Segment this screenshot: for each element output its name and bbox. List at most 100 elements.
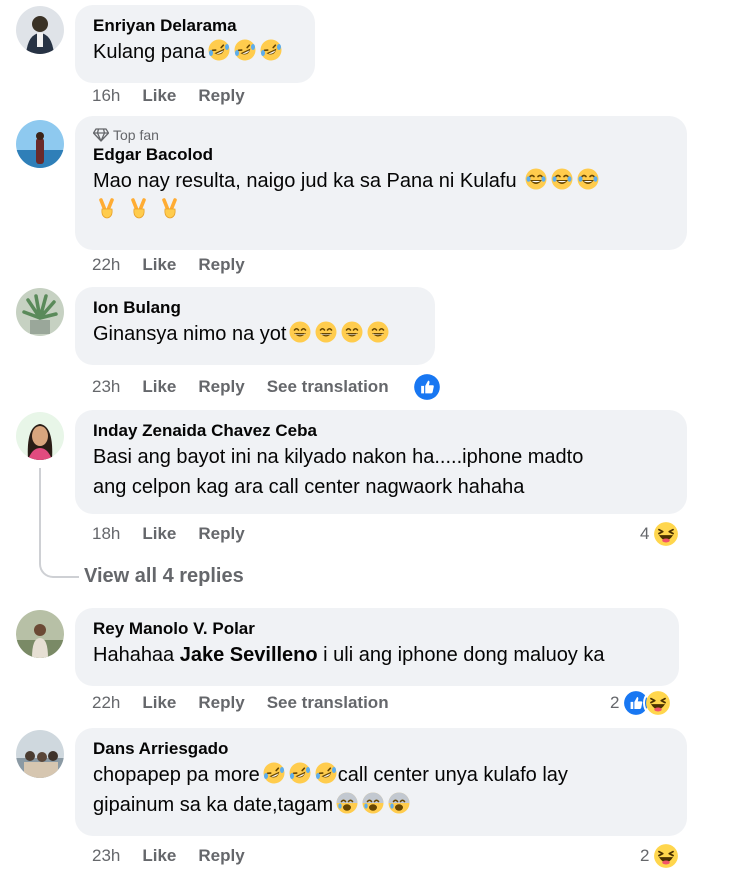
- victory-hand-emoji-icon: [95, 197, 119, 221]
- avatar[interactable]: [16, 288, 64, 336]
- reply-button[interactable]: Reply: [198, 846, 244, 866]
- like-button[interactable]: Like: [142, 846, 176, 866]
- comment-bubble: Enriyan Delarama Kulang pana: [75, 5, 315, 83]
- grinning-emoji-icon: [340, 320, 364, 344]
- avatar[interactable]: [16, 610, 64, 658]
- grinning-emoji-icon: [314, 320, 338, 344]
- commenter-name[interactable]: Dans Arriesgado: [93, 738, 673, 760]
- commenter-name[interactable]: Rey Manolo V. Polar: [93, 618, 665, 640]
- comment-text-line2: gipainum sa ka date,tagam: [93, 790, 673, 820]
- grinning-emoji-icon: [366, 320, 390, 344]
- like-button[interactable]: Like: [142, 377, 176, 397]
- mention-link[interactable]: Jake Sevilleno: [180, 644, 318, 666]
- comment-body: chopapep pa more: [93, 764, 260, 786]
- comment-body: i uli ang iphone dong maluoy ka: [317, 644, 605, 666]
- rolling-laughing-emoji-icon: [233, 38, 257, 62]
- comment-text: Kulang pana: [93, 37, 301, 67]
- haha-reaction-icon: [651, 841, 682, 871]
- fearful-emoji-icon: [361, 791, 385, 815]
- avatar[interactable]: [16, 412, 64, 460]
- tears-of-joy-emoji-icon: [524, 167, 548, 191]
- user-avatar-icon: [16, 610, 64, 658]
- comment-body: Kulang pana: [93, 41, 206, 63]
- user-avatar-icon: [16, 730, 64, 778]
- comment-bubble: Top fan Edgar Bacolod Mao nay resulta, n…: [75, 116, 687, 250]
- timestamp[interactable]: 23h: [92, 377, 120, 397]
- comment-actions: 22h Like Reply See translation: [92, 693, 411, 713]
- top-fan-label: Top fan: [113, 127, 159, 143]
- victory-hand-emoji-icon: [127, 197, 151, 221]
- comment-actions: 16h Like Reply: [92, 86, 267, 106]
- diamond-icon: [93, 128, 109, 142]
- comment-text: Ginansya nimo na yot: [93, 319, 421, 349]
- commenter-name[interactable]: Inday Zenaida Chavez Ceba: [93, 420, 673, 442]
- reply-button[interactable]: Reply: [198, 524, 244, 544]
- fearful-emoji-icon: [335, 791, 359, 815]
- avatar[interactable]: [16, 730, 64, 778]
- like-button[interactable]: Like: [142, 86, 176, 106]
- grinning-emoji-icon: [288, 320, 312, 344]
- fearful-emoji-icon: [387, 791, 411, 815]
- comment-bubble: Dans Arriesgado chopapep pa more call cen…: [75, 728, 687, 836]
- timestamp[interactable]: 22h: [92, 255, 120, 275]
- timestamp[interactable]: 23h: [92, 846, 120, 866]
- tears-of-joy-emoji-icon: [550, 167, 574, 191]
- comment-bubble: Rey Manolo V. Polar Hahahaa Jake Seville…: [75, 608, 679, 686]
- top-fan-badge: Top fan: [93, 126, 673, 144]
- rolling-laughing-emoji-icon: [259, 38, 283, 62]
- see-translation-link[interactable]: See translation: [267, 693, 389, 713]
- comment-text: Mao nay resulta, naigo jud ka sa Pana ni…: [93, 166, 673, 196]
- commenter-name[interactable]: Edgar Bacolod: [93, 144, 673, 166]
- reply-button[interactable]: Reply: [198, 86, 244, 106]
- haha-reaction-icon: [643, 688, 674, 718]
- avatar[interactable]: [16, 6, 64, 54]
- comment-actions: 22h Like Reply: [92, 255, 267, 275]
- like-button[interactable]: Like: [142, 524, 176, 544]
- reaction-summary[interactable]: 4: [640, 519, 682, 549]
- user-avatar-icon: [16, 412, 64, 460]
- comment-text: Hahahaa Jake Sevilleno i uli ang iphone …: [93, 640, 665, 670]
- comment-body: gipainum sa ka date,tagam: [93, 794, 334, 816]
- reply-button[interactable]: Reply: [198, 377, 244, 397]
- reaction-count: 2: [640, 846, 650, 865]
- comment-text-line2: ang celpon kag ara call center nagwaork …: [93, 476, 525, 498]
- comment-text-line1: chopapep pa more call center unya kulafo …: [93, 760, 673, 790]
- reply-button[interactable]: Reply: [198, 693, 244, 713]
- comment-bubble: Ion Bulang Ginansya nimo na yot: [75, 287, 435, 365]
- tears-of-joy-emoji-icon: [576, 167, 600, 191]
- timestamp[interactable]: 18h: [92, 524, 120, 544]
- view-replies-link[interactable]: View all 4 replies: [84, 565, 244, 588]
- user-avatar-icon: [16, 6, 64, 54]
- rolling-laughing-emoji-icon: [314, 761, 338, 785]
- user-avatar-icon: [16, 120, 64, 168]
- timestamp[interactable]: 16h: [92, 86, 120, 106]
- reply-button[interactable]: Reply: [198, 255, 244, 275]
- comment-body: Mao nay resulta, naigo jud ka sa Pana ni…: [93, 170, 517, 192]
- comment-body: Ginansya nimo na yot: [93, 323, 287, 345]
- commenter-name[interactable]: Enriyan Delarama: [93, 15, 301, 37]
- comment-actions: 23h Like Reply: [92, 846, 267, 866]
- comment-text-line1: Basi ang bayot ini na kilyado nakon ha..…: [93, 446, 584, 468]
- reaction-summary[interactable]: 2: [610, 688, 674, 718]
- avatar[interactable]: [16, 120, 64, 168]
- comment-body: call center unya kulafo lay: [337, 764, 568, 786]
- rolling-laughing-emoji-icon: [262, 761, 286, 785]
- comment-actions: 23h Like Reply See translation: [92, 373, 441, 401]
- haha-reaction-icon: [651, 519, 682, 549]
- reply-thread-line: [39, 468, 79, 578]
- reaction-summary[interactable]: 2: [640, 841, 682, 871]
- rolling-laughing-emoji-icon: [288, 761, 312, 785]
- comment-actions: 18h Like Reply: [92, 524, 267, 544]
- like-reaction-icon[interactable]: [413, 373, 441, 401]
- comment-text-line2: [93, 196, 673, 226]
- reaction-count: 2: [610, 693, 620, 712]
- comment-bubble: Inday Zenaida Chavez Ceba Basi ang bayot…: [75, 410, 687, 514]
- like-button[interactable]: Like: [142, 693, 176, 713]
- like-button[interactable]: Like: [142, 255, 176, 275]
- see-translation-link[interactable]: See translation: [267, 377, 389, 397]
- commenter-name[interactable]: Ion Bulang: [93, 297, 421, 319]
- user-avatar-icon: [16, 288, 64, 336]
- timestamp[interactable]: 22h: [92, 693, 120, 713]
- victory-hand-emoji-icon: [158, 197, 182, 221]
- comment-body: Hahahaa: [93, 644, 180, 666]
